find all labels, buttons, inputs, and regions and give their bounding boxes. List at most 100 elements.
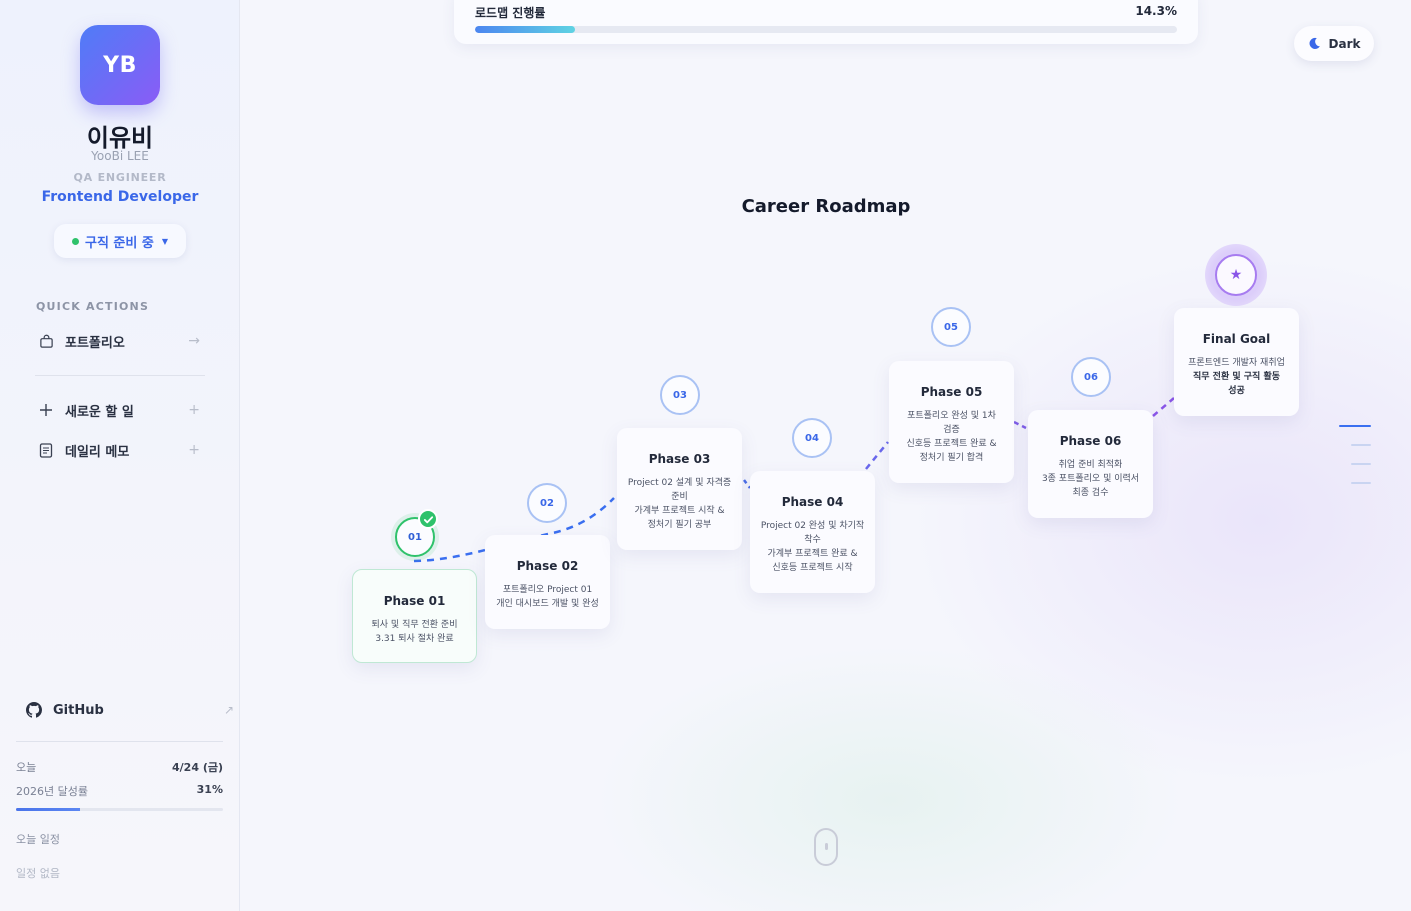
schedule-empty: 일정 없음: [16, 867, 60, 880]
arrow-right-icon: →: [188, 333, 200, 349]
today-row: 오늘 4/24 (금): [16, 759, 223, 775]
status-label: 구직 준비 중: [84, 235, 154, 251]
phase-card-05[interactable]: Phase 05 포트폴리오 완성 및 1차 검증 신호등 프로젝트 완료 & …: [889, 361, 1014, 483]
phase-title: Phase 04: [781, 495, 844, 509]
final-goal-desc-line: 프론트엔드 개발자 재취업: [1188, 358, 1285, 368]
profile-role-main: Frontend Developer: [41, 189, 199, 205]
phase-node-number: 06: [1084, 371, 1098, 383]
phase-desc-line: 검증: [943, 425, 960, 435]
final-goal-desc-line: 성공: [1228, 386, 1245, 396]
phase-node-02[interactable]: 02: [527, 483, 567, 523]
quick-actions-title: QUICK ACTIONS: [36, 300, 150, 313]
divider: [35, 375, 205, 376]
phase-node-number: 03: [673, 389, 687, 401]
final-goal-node[interactable]: ★: [1205, 244, 1267, 306]
phase-node-number: 02: [540, 497, 554, 509]
section-indicator-item[interactable]: [1351, 444, 1371, 446]
phase-card-04[interactable]: Phase 04 Project 02 완성 및 차기작 착수 가계부 프로젝트…: [750, 471, 875, 593]
memo-icon: [36, 442, 56, 458]
avatar: YB: [80, 25, 160, 105]
phase-card-03[interactable]: Phase 03 Project 02 설계 및 자격증 준비 가계부 프로젝트…: [617, 428, 742, 550]
sidebar-item-portfolio[interactable]: 포트폴리오 →: [36, 328, 206, 354]
phase-desc: Project 02 완성 및 차기작 착수 가계부 프로젝트 완료 & 신호등…: [758, 519, 867, 575]
section-indicator-active[interactable]: [1339, 425, 1371, 427]
add-icon: +: [188, 442, 200, 458]
phase-node-04[interactable]: 04: [792, 418, 832, 458]
check-icon: [418, 509, 438, 529]
year-progress-label: 2026년 달성률: [16, 785, 88, 798]
section-indicator-item[interactable]: [1351, 482, 1371, 484]
schedule-label: 오늘 일정: [16, 833, 60, 846]
roadmap-progress-value: 14.3%: [1135, 4, 1177, 18]
phase-desc-line: 신호등 프로젝트 완료 &: [906, 439, 997, 449]
caret-down-icon: ▼: [161, 236, 168, 246]
bag-icon: [36, 334, 56, 349]
sidebar-item-label: 데일리 메모: [65, 444, 130, 460]
phase-title: Phase 05: [920, 385, 983, 399]
roadmap-progress-card: 로드맵 진행률 14.3%: [454, 0, 1198, 44]
phase-desc-line: 가계부 프로젝트 시작 &: [634, 506, 725, 516]
year-progress-fill: [16, 808, 81, 811]
phase-node-03[interactable]: 03: [660, 375, 700, 415]
phase-desc: 포트폴리오 완성 및 1차 검증 신호등 프로젝트 완료 & 정처기 필기 합격: [897, 409, 1006, 465]
today-label: 오늘: [16, 761, 37, 774]
phase-desc-line: 3.31 퇴사 절차 완료: [375, 634, 454, 644]
phase-desc: 취업 준비 최적화 3종 포트폴리오 및 이력서 최종 검수: [1036, 458, 1145, 500]
status-dropdown[interactable]: 구직 준비 중 ▼: [54, 224, 186, 258]
phase-node-06[interactable]: 06: [1071, 357, 1111, 397]
phase-desc-line: 3종 포트폴리오 및 이력서: [1041, 474, 1140, 484]
phase-title: Phase 03: [648, 452, 711, 466]
sidebar: YB 이유비 YooBi LEE QA ENGINEER Frontend De…: [0, 0, 240, 911]
phase-node-number: 04: [805, 432, 819, 444]
main-area: [240, 0, 1411, 911]
phase-desc-line: Project 02 완성 및 차기작: [760, 521, 865, 531]
phase-desc-line: 정처기 필기 공부: [647, 520, 712, 530]
phase-desc: Project 02 설계 및 자격증 준비 가계부 프로젝트 시작 & 정처기…: [625, 476, 734, 532]
phase-node-number: 01: [408, 531, 422, 543]
star-icon: ★: [1215, 254, 1257, 296]
phase-desc-line: 취업 준비 최적화: [1058, 460, 1123, 470]
phase-desc: 퇴사 및 직무 전환 준비 3.31 퇴사 절차 완료: [361, 618, 468, 646]
sidebar-item-new-todo[interactable]: 새로운 할 일 +: [36, 397, 206, 423]
add-icon: +: [188, 402, 200, 418]
sidebar-item-label: 새로운 할 일: [65, 404, 134, 420]
phase-node-number: 05: [944, 321, 958, 333]
phase-title: Phase 01: [383, 594, 446, 608]
phase-card-02[interactable]: Phase 02 포트폴리오 Project 01 개인 대시보드 개발 및 완…: [485, 535, 610, 629]
external-link-icon: ↗: [223, 703, 234, 717]
phase-card-01[interactable]: Phase 01 퇴사 및 직무 전환 준비 3.31 퇴사 절차 완료: [352, 569, 477, 663]
roadmap-progress-bar: [475, 26, 1177, 33]
section-indicator[interactable]: [1339, 425, 1371, 501]
profile-name: 이유비: [86, 124, 154, 152]
phase-desc-line: 퇴사 및 직무 전환 준비: [371, 620, 458, 630]
section-indicator-item[interactable]: [1351, 463, 1371, 465]
moon-icon: [1308, 37, 1321, 50]
phase-desc-line: 개인 대시보드 개발 및 완성: [496, 599, 599, 609]
phase-desc-line: 가계부 프로젝트 완료 &: [767, 549, 858, 559]
phase-title: Phase 02: [516, 559, 579, 573]
roadmap-progress-fill: [475, 26, 576, 33]
github-link[interactable]: GitHub ↗: [26, 698, 236, 722]
profile-name-en: YooBi LEE: [91, 149, 149, 163]
final-goal-title: Final Goal: [1202, 332, 1271, 346]
roadmap-progress-label: 로드맵 진행률: [475, 6, 546, 20]
phase-desc-line: 최종 검수: [1072, 488, 1109, 498]
scroll-wheel: [825, 843, 828, 850]
sidebar-item-daily-memo[interactable]: 데일리 메모 +: [36, 437, 206, 463]
phase-node-05[interactable]: 05: [931, 307, 971, 347]
phase-desc-line: 포트폴리오 Project 01: [502, 585, 593, 595]
sidebar-item-label: 포트폴리오: [65, 335, 125, 351]
phase-desc-line: 준비: [671, 492, 688, 502]
dark-mode-label: Dark: [1328, 36, 1361, 51]
today-value: 4/24 (금): [172, 761, 223, 774]
phase-desc-line: 신호등 프로젝트 시작: [772, 563, 853, 573]
profile-role-sub: QA ENGINEER: [73, 171, 167, 184]
phase-title: Phase 06: [1059, 434, 1122, 448]
final-goal-card[interactable]: Final Goal 프론트엔드 개발자 재취업 직무 전환 및 구직 활동 성…: [1174, 308, 1299, 416]
github-icon: [26, 702, 46, 718]
status-dot: [71, 237, 79, 245]
scroll-mouse-icon: [814, 828, 838, 866]
dark-mode-toggle[interactable]: Dark: [1294, 26, 1374, 61]
phase-card-06[interactable]: Phase 06 취업 준비 최적화 3종 포트폴리오 및 이력서 최종 검수: [1028, 410, 1153, 518]
phase-desc-line: 포트폴리오 완성 및 1차: [907, 411, 996, 421]
